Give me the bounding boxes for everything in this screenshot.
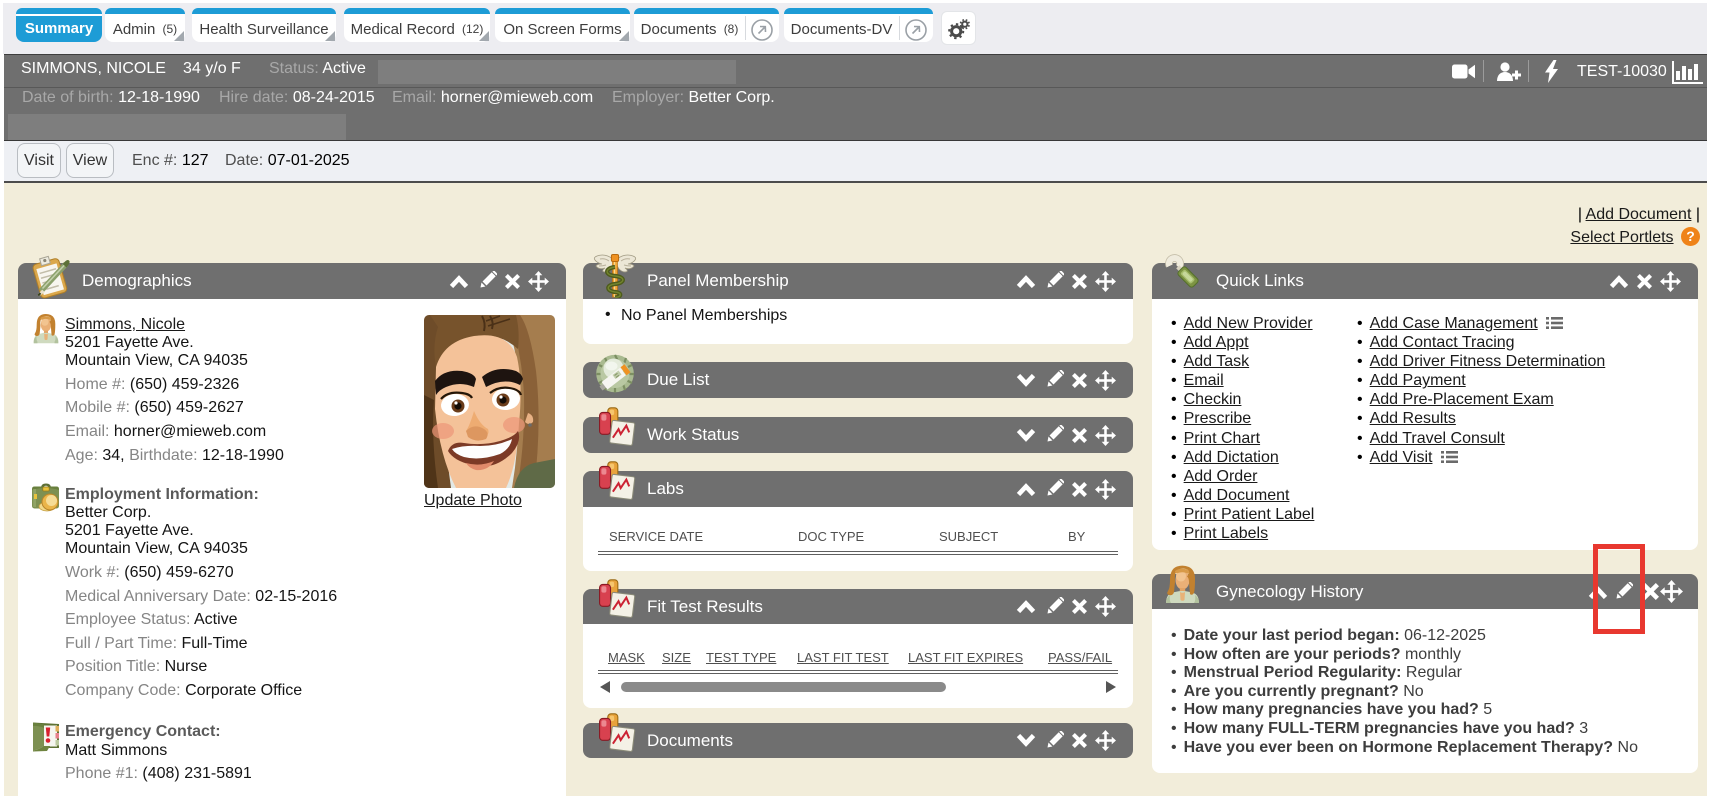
svg-text:?: ? (1686, 228, 1695, 244)
